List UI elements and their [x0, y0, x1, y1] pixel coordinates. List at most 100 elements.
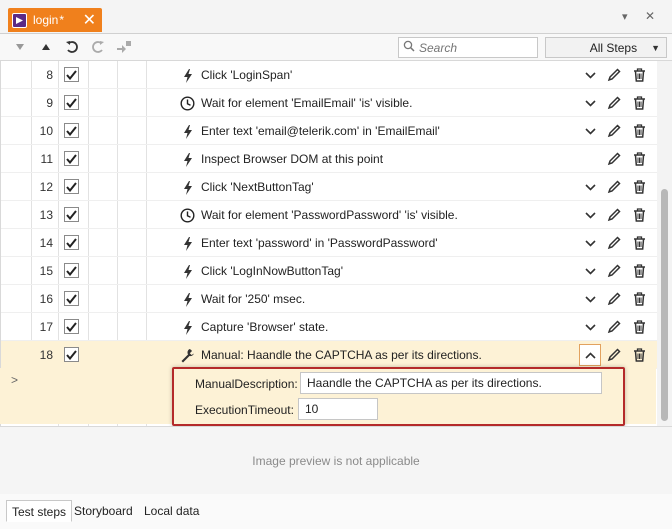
trash-icon[interactable] [631, 95, 647, 111]
step-description: Wait for element 'EmailEmail' 'is' visib… [201, 96, 413, 110]
pencil-icon[interactable] [606, 263, 622, 279]
step-row-10[interactable]: 10 Enter text 'email@telerik.com' in 'Ema… [1, 117, 657, 145]
tab-login[interactable]: login * ✕ [8, 8, 102, 32]
search-field[interactable] [398, 37, 538, 58]
step-enabled-checkbox[interactable] [64, 67, 79, 82]
step-row-9[interactable]: 9 Wait for element 'EmailEmail' 'is' visi… [1, 89, 657, 117]
image-preview-pane: Image preview is not applicable [0, 426, 672, 494]
bolt-icon [180, 292, 195, 307]
step-description: Wait for element 'PasswordPassword' 'is'… [201, 208, 458, 222]
step-row-18[interactable]: 18 Manual: Haandle the CAPTCHA as per its… [1, 341, 657, 369]
pencil-icon[interactable] [606, 207, 622, 223]
vertical-scrollbar[interactable] [657, 61, 672, 426]
pencil-icon[interactable] [606, 67, 622, 83]
step-row-16[interactable]: 16 Wait for '250' msec. [1, 285, 657, 313]
step-enabled-checkbox[interactable] [64, 123, 79, 138]
bottom-tab-strip: Test steps Storyboard Local data [0, 494, 672, 529]
step-number: 11 [40, 152, 53, 166]
trash-icon[interactable] [631, 319, 647, 335]
close-icon[interactable]: ✕ [83, 10, 96, 30]
trash-icon[interactable] [631, 151, 647, 167]
tab-storyboard[interactable]: Storyboard [72, 500, 135, 522]
step-row-12[interactable]: 12 Click 'NextButtonTag' [1, 173, 657, 201]
step-enabled-checkbox[interactable] [64, 291, 79, 306]
chevron-down-icon[interactable] [582, 67, 598, 83]
step-enabled-checkbox[interactable] [64, 263, 79, 278]
step-number: 17 [39, 320, 53, 334]
pencil-icon[interactable] [606, 347, 622, 363]
chevron-down-icon[interactable] [582, 235, 598, 251]
document-tab-bar: login * ✕ ▾ ✕ [0, 0, 672, 34]
tab-list-dropdown-icon[interactable]: ▾ [622, 10, 628, 23]
chevron-down-icon[interactable] [582, 263, 598, 279]
chevron-down-icon[interactable] [582, 319, 598, 335]
redo-icon[interactable] [88, 38, 108, 56]
trash-icon[interactable] [631, 179, 647, 195]
chevron-right-icon[interactable]: > [11, 373, 18, 387]
chevron-down-icon[interactable] [582, 179, 598, 195]
pencil-icon[interactable] [606, 95, 622, 111]
bolt-icon [180, 320, 195, 335]
trash-icon[interactable] [631, 347, 647, 363]
chevron-down-icon[interactable] [582, 123, 598, 139]
preview-message: Image preview is not applicable [252, 453, 420, 468]
trash-icon[interactable] [631, 291, 647, 307]
step-number: 18 [39, 348, 53, 362]
pencil-icon[interactable] [606, 123, 622, 139]
pencil-icon[interactable] [606, 151, 622, 167]
step-row-14[interactable]: 14 Enter text 'password' in 'PasswordPass… [1, 229, 657, 257]
chevron-down-icon[interactable] [582, 291, 598, 307]
wrench-icon [180, 348, 195, 363]
step-filter-dropdown[interactable]: All Steps ▼ [545, 37, 667, 58]
trash-icon[interactable] [631, 263, 647, 279]
tab-local-data[interactable]: Local data [142, 500, 201, 522]
tab-test-steps[interactable]: Test steps [6, 500, 73, 522]
step-number: 14 [39, 236, 53, 250]
step-row-13[interactable]: 13 Wait for element 'PasswordPassword' 'i… [1, 201, 657, 229]
trash-icon[interactable] [631, 235, 647, 251]
step-row-11[interactable]: 11 Inspect Browser DOM at this point [1, 145, 657, 173]
pencil-icon[interactable] [606, 235, 622, 251]
bolt-icon [180, 152, 195, 167]
clock-icon [180, 208, 195, 223]
chevron-down-icon[interactable] [582, 95, 598, 111]
trash-icon[interactable] [631, 67, 647, 83]
step-enabled-checkbox[interactable] [64, 347, 79, 362]
chevron-down-icon[interactable] [582, 207, 598, 223]
bolt-icon [180, 180, 195, 195]
step-enabled-checkbox[interactable] [64, 179, 79, 194]
scrollbar-thumb[interactable] [661, 189, 668, 421]
convert-step-icon[interactable] [114, 38, 134, 56]
move-up-icon[interactable] [36, 38, 56, 56]
step-description: Enter text 'email@telerik.com' in 'Email… [201, 124, 440, 138]
step-number: 9 [46, 96, 53, 110]
bolt-icon [180, 264, 195, 279]
undo-icon[interactable] [62, 38, 82, 56]
step-enabled-checkbox[interactable] [64, 319, 79, 334]
search-input[interactable] [419, 40, 529, 55]
step-number: 16 [39, 292, 53, 306]
step-row-17[interactable]: 17 Capture 'Browser' state. [1, 313, 657, 341]
pencil-icon[interactable] [606, 319, 622, 335]
pencil-icon[interactable] [606, 291, 622, 307]
search-icon [403, 40, 415, 55]
step-description: Click 'LogInNowButtonTag' [201, 264, 343, 278]
step-enabled-checkbox[interactable] [64, 235, 79, 250]
close-icon[interactable]: ✕ [645, 9, 655, 23]
step-enabled-checkbox[interactable] [64, 207, 79, 222]
bolt-icon [180, 124, 195, 139]
chevron-up-icon[interactable] [579, 344, 601, 366]
trash-icon[interactable] [631, 123, 647, 139]
trash-icon[interactable] [631, 207, 647, 223]
step-row-15[interactable]: 15 Click 'LogInNowButtonTag' [1, 257, 657, 285]
step-row-8[interactable]: 8 Click 'LoginSpan' [1, 61, 657, 89]
steps-toolbar: All Steps ▼ [0, 34, 672, 61]
move-down-icon[interactable] [10, 38, 30, 56]
highlight-annotation-box [172, 367, 625, 426]
step-description: Wait for '250' msec. [201, 292, 306, 306]
step-enabled-checkbox[interactable] [64, 151, 79, 166]
step-number: 10 [39, 124, 53, 138]
step-enabled-checkbox[interactable] [64, 95, 79, 110]
pencil-icon[interactable] [606, 179, 622, 195]
bolt-icon [180, 236, 195, 251]
